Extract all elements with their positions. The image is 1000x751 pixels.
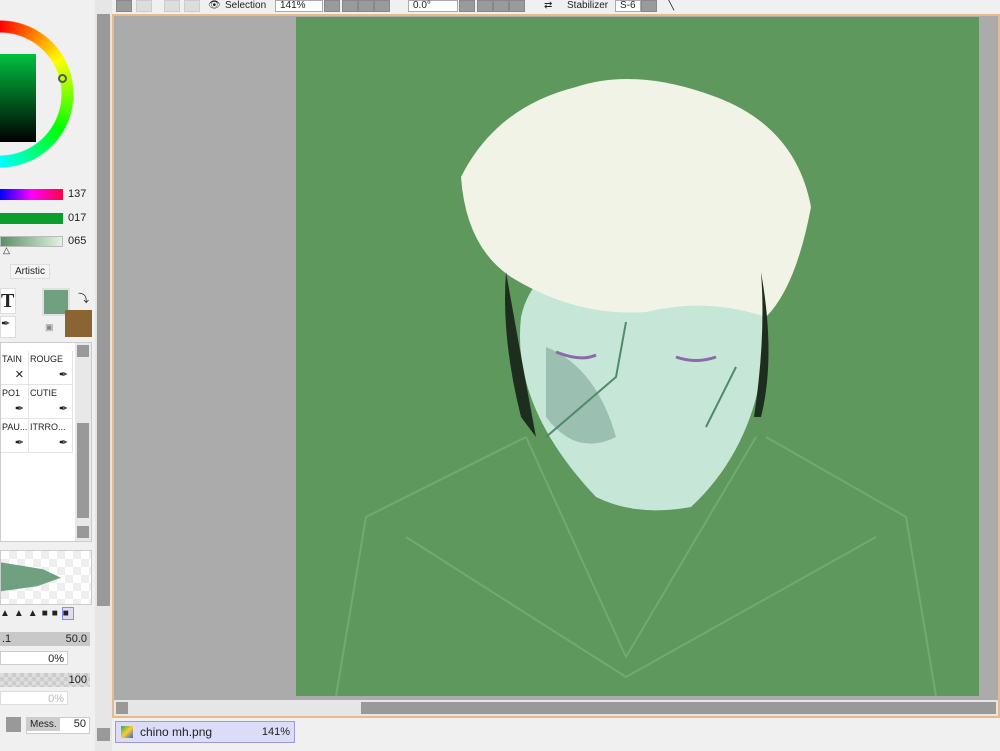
transparent-color-icon[interactable]: ▣ xyxy=(45,322,54,333)
saturation-value: 017 xyxy=(68,212,87,224)
brush-item[interactable]: PAU... ✒ xyxy=(1,419,29,453)
hue-slider[interactable] xyxy=(0,189,63,200)
zoom-out-button[interactable] xyxy=(342,0,358,12)
zoom-dropdown[interactable] xyxy=(324,0,340,12)
undo-button[interactable] xyxy=(116,0,132,12)
scroll-down-button[interactable] xyxy=(97,728,110,741)
brush-icon: ✒ xyxy=(14,403,24,415)
mess-field[interactable]: Mess. 50 xyxy=(26,717,90,734)
brush-item[interactable]: PO1 ✒ xyxy=(1,385,29,419)
blend-field[interactable]: 0% xyxy=(0,691,68,705)
rotation-dropdown[interactable] xyxy=(459,0,475,12)
value-value: 065 xyxy=(68,235,87,247)
redo-button[interactable] xyxy=(136,0,152,12)
pen-icon[interactable]: ╲ xyxy=(668,0,674,11)
brush-icon: ✕ xyxy=(14,369,24,381)
brush-icon: ✒ xyxy=(58,369,68,381)
texture-dropdown[interactable] xyxy=(6,717,21,732)
brush-item[interactable]: CUTIE ✒ xyxy=(29,385,73,419)
left-panel-scrollbar[interactable] xyxy=(95,0,112,751)
density-slider[interactable]: 100 xyxy=(0,673,90,687)
stabilizer-label: Stabilizer xyxy=(567,0,609,11)
zoom-reset-button[interactable] xyxy=(374,0,390,12)
brush-size-slider[interactable]: .1 50.0 xyxy=(0,632,90,646)
file-tab-name: chino mh.png xyxy=(140,725,213,739)
portrait-artwork xyxy=(335,79,937,697)
tab-artistic[interactable]: Artistic xyxy=(10,264,50,279)
select-all-button[interactable] xyxy=(184,0,200,12)
artwork-canvas[interactable] xyxy=(296,17,979,697)
min-size-field[interactable]: 0% xyxy=(0,651,68,665)
slider-marker-icon: △ xyxy=(3,245,10,255)
left-panel: 137 017 065 △ Artistic T ✒ ⤵ ▣ TAIN ✕ ROU… xyxy=(0,0,95,751)
deselect-button[interactable] xyxy=(164,0,180,12)
brush-icon: ✒ xyxy=(14,437,24,449)
brush-item[interactable]: ITRRO... ✒ xyxy=(29,419,73,453)
hue-marker[interactable] xyxy=(58,74,67,83)
eyedropper-icon: ✒ xyxy=(1,318,11,330)
rotate-cw-button[interactable] xyxy=(493,0,509,12)
hue-value: 137 xyxy=(68,188,87,200)
saturation-slider[interactable] xyxy=(0,213,63,224)
brush-palette-scrollbar[interactable] xyxy=(75,343,91,541)
scrollbar-thumb[interactable] xyxy=(361,702,996,714)
file-tab-zoom: 141% xyxy=(261,726,290,738)
saturation-value-box[interactable] xyxy=(0,54,36,142)
secondary-color-swatch[interactable] xyxy=(65,310,92,337)
brush-shape-selector[interactable]: ▲▲▲■■■ xyxy=(0,606,92,624)
brush-preview xyxy=(0,550,92,605)
brush-item[interactable]: TAIN ✕ xyxy=(1,351,29,385)
selection-label: Selection xyxy=(225,0,267,11)
zoom-field[interactable]: 141% xyxy=(275,0,323,12)
stabilizer-dropdown[interactable] xyxy=(641,0,657,12)
rotation-reset-button[interactable] xyxy=(509,0,525,12)
brush-icon: ✒ xyxy=(58,403,68,415)
toolbar: 👁 Selection 141% 0.0° ⇄ Stabilizer S-6 ╲ xyxy=(112,0,1000,14)
swap-colors-icon[interactable]: ⤵ xyxy=(78,290,89,306)
image-file-icon xyxy=(121,726,133,738)
brush-icon: ✒ xyxy=(58,437,68,449)
brush-palette: TAIN ✕ ROUGE ✒ PO1 ✒ CUTIE ✒ PAU... ✒ ITRRO..… xyxy=(0,342,92,542)
eyedropper-button[interactable]: ✒ xyxy=(0,316,16,338)
zoom-in-button[interactable] xyxy=(358,0,374,12)
eye-icon[interactable]: 👁 xyxy=(208,0,221,11)
horizontal-scrollbar[interactable] xyxy=(114,700,998,716)
brush-item[interactable]: ROUGE ✒ xyxy=(29,351,73,385)
flip-icon[interactable]: ⇄ xyxy=(544,0,552,11)
scrollbar-thumb[interactable] xyxy=(97,14,110,606)
rotation-field[interactable]: 0.0° xyxy=(408,0,458,12)
file-tab[interactable]: chino mh.png 141% xyxy=(115,721,295,743)
rotate-ccw-button[interactable] xyxy=(477,0,493,12)
scroll-left-button[interactable] xyxy=(116,702,128,714)
text-tool-button[interactable]: T xyxy=(0,288,16,314)
stabilizer-field[interactable]: S-6 xyxy=(615,0,641,12)
